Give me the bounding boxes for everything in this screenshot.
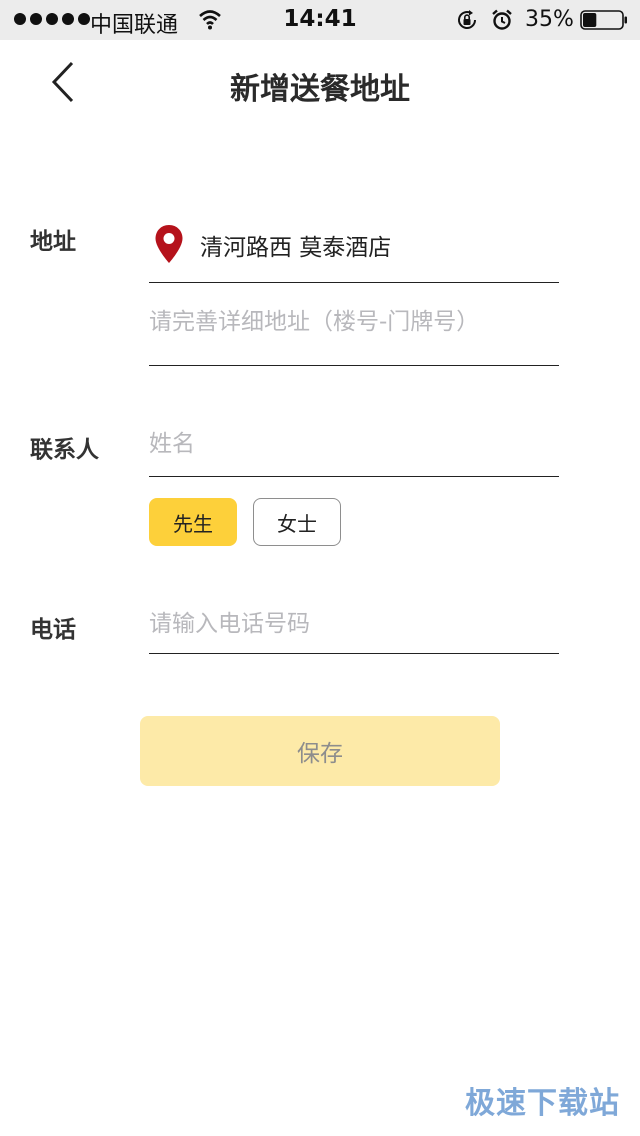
battery-percentage: 35% [525,7,574,32]
save-button[interactable]: 保存 [140,716,500,786]
gender-option-ms[interactable]: 女士 [253,498,341,546]
address-divider [149,282,559,283]
alarm-icon [492,9,512,30]
address-detail-input[interactable] [149,300,559,344]
phone-input[interactable] [149,602,559,646]
contact-name-divider [149,476,559,477]
selected-location-text[interactable]: 清河路西 莫泰酒店 [200,228,391,262]
phone-label: 电话 [30,617,76,643]
watermark: 极速下载站 [465,1086,620,1121]
phone-divider [149,653,559,654]
address-detail-divider [149,365,559,366]
battery-icon [580,10,627,30]
contact-name-input[interactable] [149,422,559,466]
address-label: 地址 [30,229,76,255]
status-bar: 中国联通 14:41 35% [0,0,640,40]
rotation-lock-icon [458,10,476,29]
map-pin-icon[interactable] [154,224,184,264]
gender-option-mr[interactable]: 先生 [149,498,237,546]
contact-label: 联系人 [30,437,99,463]
page-title: 新增送餐地址 [230,72,410,107]
